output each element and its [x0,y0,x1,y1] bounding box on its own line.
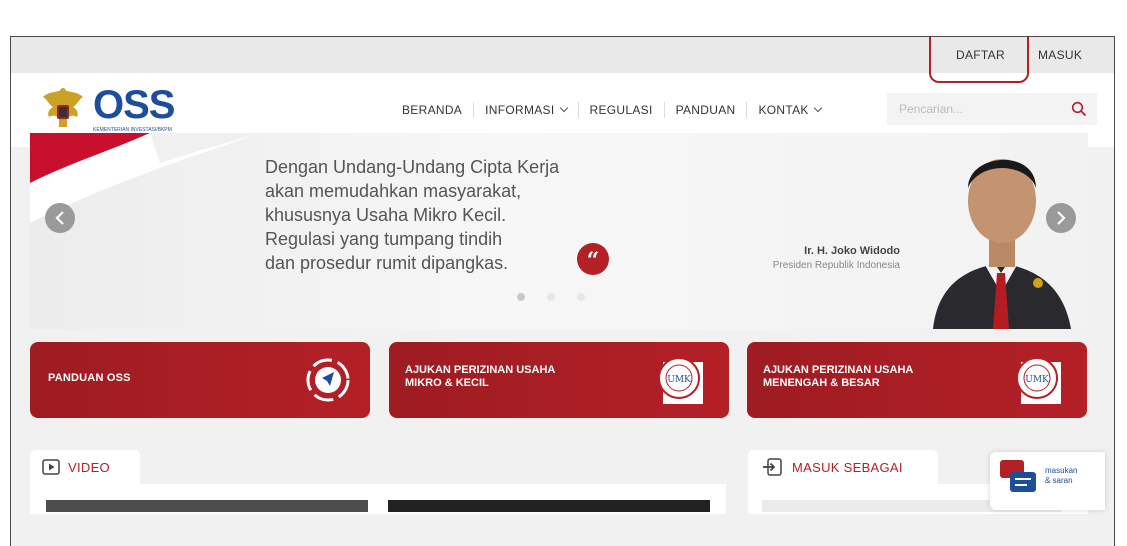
search-icon[interactable] [1071,101,1087,117]
garuda-emblem-icon [43,88,83,127]
card-label-line: MENENGAH & BESAR [763,377,880,389]
logo-text: OSS [93,83,175,127]
video-thumbnail[interactable] [388,500,710,512]
chat-icon [1000,460,1036,492]
quote-line: Dengan Undang-Undang Cipta Kerja [265,157,560,177]
nav-item-regulasi[interactable]: REGULASI [579,102,665,118]
login-as-label: MASUK SEBAGAI [792,459,903,475]
person-name: Ir. H. Joko Widodo [804,245,900,257]
action-cards: PANDUAN OSS AJUKAN PERIZINAN USAHA MIKRO… [30,342,1088,418]
nav-label: PANDUAN [675,103,736,117]
nav-label: BERANDA [402,103,463,117]
login-link[interactable]: MASUK [1038,48,1082,62]
video-section-header[interactable]: VIDEO [30,450,140,484]
card-label-line: AJUKAN PERIZINAN USAHA [405,364,556,376]
nav-item-beranda[interactable]: BERANDA [391,102,475,118]
carousel-next-button[interactable] [1046,203,1076,233]
feedback-label: masukan & saran [1045,466,1077,486]
video-thumbnail[interactable] [46,500,368,512]
umk-badge-icon: UMK [658,357,703,404]
feedback-line: masukan [1045,466,1078,475]
chevron-down-icon [559,103,568,113]
login-as-section-header: MASUK SEBAGAI [748,450,938,484]
quote-line: Regulasi yang tumpang tindih [265,229,503,249]
person-role: Presiden Republik Indonesia [772,260,900,271]
feedback-line: & saran [1045,476,1073,485]
feedback-widget[interactable]: masukan & saran [990,452,1105,510]
oss-logo[interactable]: OSS KEMENTERIAN INVESTASI/BKPM [93,83,175,133]
register-highlight-box [929,37,1029,83]
search-input[interactable]: Pencarian... [887,93,1097,125]
umk-badge-icon: UMK [1016,357,1061,404]
card-label-line: MIKRO & KECIL [405,377,489,389]
chevron-down-icon [813,103,822,113]
chevron-left-icon [55,211,64,225]
quote-line: khususnya Usaha Mikro Kecil. [265,205,507,225]
quote-icon: “ [577,243,609,275]
nav-label: KONTAK [758,103,809,117]
carousel-dot[interactable] [547,293,555,301]
quote-line: akan memudahkan masyarakat, [265,181,522,201]
sign-in-icon [763,458,782,476]
compass-icon [306,358,350,402]
carousel-dot[interactable] [517,293,525,301]
main-menu: BERANDA INFORMASI REGULASI PANDUAN KONTA… [391,102,832,118]
mb-permit-card[interactable]: AJUKAN PERIZINAN USAHA MENENGAH & BESAR … [747,342,1087,418]
panduan-oss-card[interactable]: PANDUAN OSS [30,342,370,418]
card-label-line: AJUKAN PERIZINAN USAHA [763,364,914,376]
carousel-indicators [517,293,585,301]
card-label: AJUKAN PERIZINAN USAHA MENENGAH & BESAR [763,364,983,390]
badge-text: UMK [1025,375,1049,385]
card-label: AJUKAN PERIZINAN USAHA MIKRO & KECIL [405,364,625,390]
video-section-label: VIDEO [68,459,110,475]
hero-carousel: Dengan Undang-Undang Cipta Kerja akan me… [30,133,1088,329]
nav-label: REGULASI [589,103,653,117]
play-icon [42,459,60,475]
nav-item-kontak[interactable]: KONTAK [747,102,831,118]
umk-permit-card[interactable]: AJUKAN PERIZINAN USAHA MIKRO & KECIL UMK [389,342,729,418]
chevron-right-icon [1057,211,1066,225]
card-label: PANDUAN OSS [48,372,131,384]
nav-item-informasi[interactable]: INFORMASI [474,102,579,118]
nav-label: INFORMASI [485,103,555,117]
nav-item-panduan[interactable]: PANDUAN [665,102,748,118]
carousel-prev-button[interactable] [45,203,75,233]
search-placeholder: Pencarian... [899,102,964,116]
badge-text: UMK [667,375,691,385]
carousel-dot[interactable] [577,293,585,301]
